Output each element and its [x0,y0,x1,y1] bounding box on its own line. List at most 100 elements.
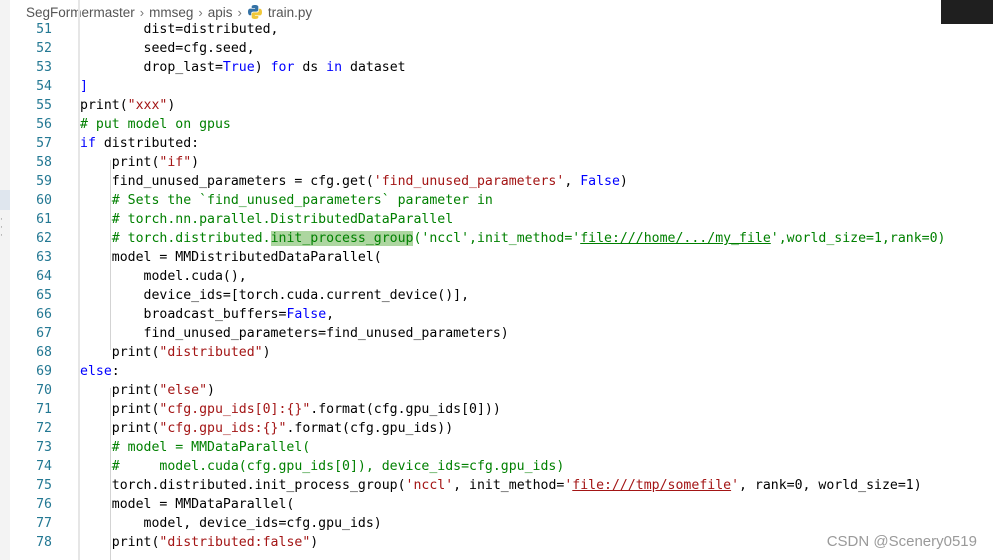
code-line[interactable]: 74 # model.cuda(cfg.gpu_ids[0]), device_… [0,457,993,476]
line-text[interactable]: # model.cuda(cfg.gpu_ids[0]), device_ids… [80,457,565,476]
code-token: "cfg.gpu_ids[0]:{}" [159,402,311,417]
code-line[interactable]: 66 broadcast_buffers=False, [0,305,993,324]
line-text[interactable]: model, device_ids=cfg.gpu_ids) [80,514,382,533]
code-line[interactable]: 69 else: [0,362,993,381]
code-token: distributed: [95,136,200,151]
line-text[interactable]: broadcast_buffers=False, [80,305,335,324]
line-number: 53 [36,60,52,75]
code-token: # torch.distributed. [80,231,271,246]
line-number: 67 [36,326,52,341]
line-text[interactable]: dist=distributed, [80,20,279,39]
code-line[interactable]: 73 # model = MMDataParallel( [0,438,993,457]
code-token: ('nccl',init_method=' [413,231,581,246]
line-number: 52 [36,41,52,56]
code-token: # model.cuda(cfg.gpu_ids[0]), device_ids… [80,459,565,474]
line-text[interactable]: # torch.distributed.init_process_group('… [80,229,945,248]
line-text[interactable]: print("cfg.gpu_ids:{}".format(cfg.gpu_id… [80,419,453,438]
code-line[interactable]: 61 # torch.nn.parallel.DistributedDataPa… [0,210,993,229]
line-text[interactable]: print("distributed") [80,343,271,362]
line-text[interactable]: # Sets the `find_unused_parameters` para… [80,191,493,210]
line-text[interactable]: model = MMDistributedDataParallel( [80,248,382,267]
code-line[interactable]: 60 # Sets the `find_unused_parameters` p… [0,191,993,210]
code-line[interactable]: 54] [0,77,993,96]
code-line[interactable]: 68 print("distributed") [0,343,993,362]
line-text[interactable]: ] [80,77,88,96]
line-text[interactable]: find_unused_parameters = cfg.get('find_u… [80,172,628,191]
line-number: 70 [36,383,52,398]
breadcrumb-item-mmseg[interactable]: mmseg [149,5,193,20]
line-text[interactable]: model.cuda(), [80,267,247,286]
code-token: ) [262,345,271,360]
code-token: file:///home/.../my_file [580,231,771,246]
code-token: print( [80,155,160,170]
code-line[interactable]: 62 # torch.distributed.init_process_grou… [0,229,993,248]
code-line[interactable]: 70 print("else") [0,381,993,400]
line-text[interactable]: seed=cfg.seed, [80,39,255,58]
code-token: broadcast_buffers= [80,307,287,322]
line-number: 73 [36,440,52,455]
code-line[interactable]: 53 drop_last=True) for ds in dataset [0,58,993,77]
code-line[interactable]: 76 model = MMDataParallel( [0,495,993,514]
code-line[interactable]: 52 seed=cfg.seed, [0,39,993,58]
code-token: # Sets the `find_unused_parameters` para… [80,193,493,208]
code-line[interactable]: 67 find_unused_parameters=find_unused_pa… [0,324,993,343]
line-text[interactable]: # torch.nn.parallel.DistributedDataParal… [80,210,453,229]
code-line[interactable]: 65 device_ids=[torch.cuda.current_device… [0,286,993,305]
code-line[interactable]: 72 print("cfg.gpu_ids:{}".format(cfg.gpu… [0,419,993,438]
code-line[interactable]: 63 model = MMDistributedDataParallel( [0,248,993,267]
code-token: "distributed" [159,345,263,360]
code-token: model = MMDataParallel( [80,497,295,512]
code-token: "distributed:false" [159,535,311,550]
line-text[interactable]: print("xxx") [80,96,175,115]
code-token: ) [310,535,319,550]
code-token: drop_last= [80,60,223,75]
code-token: False [286,307,327,322]
chevron-right-icon: › [139,4,145,20]
line-text[interactable]: device_ids=[torch.cuda.current_device()]… [80,286,470,305]
code-line[interactable]: 75 torch.distributed.init_process_group(… [0,476,993,495]
code-token: for [270,60,295,75]
code-line[interactable]: 58 print("if") [0,153,993,172]
breadcrumb-file[interactable]: train.py [268,5,312,20]
line-text[interactable]: # put model on gpus [80,115,231,134]
line-text[interactable]: torch.distributed.init_process_group('nc… [80,476,922,495]
line-number: 56 [36,117,52,132]
python-file-icon [247,4,263,20]
code-token: # put model on gpus [80,117,231,132]
code-line[interactable]: 59 find_unused_parameters = cfg.get('fin… [0,172,993,191]
code-line[interactable]: 55 print("xxx") [0,96,993,115]
code-token: dataset [342,60,406,75]
line-text[interactable]: find_unused_parameters=find_unused_param… [80,324,509,343]
line-number: 78 [36,535,52,550]
code-token: print( [80,345,160,360]
breadcrumb-item-apis[interactable]: apis [208,5,233,20]
line-text[interactable]: print("distributed:false") [80,533,318,552]
line-text[interactable]: print("cfg.gpu_ids[0]:{}".format(cfg.gpu… [80,400,501,419]
code-token: ] [80,79,88,94]
code-token: # torch.nn.parallel.DistributedDataParal… [80,212,454,227]
code-token: ) [191,155,200,170]
line-text[interactable]: if distributed: [80,134,199,153]
code-token: .format(cfg.gpu_ids)) [286,421,454,436]
watermark: CSDN @Scenery0519 [826,533,977,550]
chevron-right-icon: › [237,4,242,20]
code-line[interactable]: 51 dist=distributed, [0,20,993,39]
line-number: 59 [36,174,52,189]
line-number: 60 [36,193,52,208]
line-text[interactable]: # model = MMDataParallel( [80,438,311,457]
code-line[interactable]: 77 model, device_ids=cfg.gpu_ids) [0,514,993,533]
line-number: 68 [36,345,52,360]
line-text[interactable]: print("else") [80,381,215,400]
line-number: 51 [36,22,52,37]
breadcrumb-item-root[interactable]: SegFormermaster [26,5,135,20]
line-text[interactable]: model = MMDataParallel( [80,495,295,514]
code-line[interactable]: 56 # put model on gpus [0,115,993,134]
line-number: 63 [36,250,52,265]
code-line[interactable]: 71 print("cfg.gpu_ids[0]:{}".format(cfg.… [0,400,993,419]
code-line[interactable]: 57 if distributed: [0,134,993,153]
code-editor[interactable]: 51 dist=distributed, 52 seed=cfg.seed, 53 … [0,20,993,552]
line-text[interactable]: else: [80,362,120,381]
line-text[interactable]: drop_last=True) for ds in dataset [80,58,406,77]
code-line[interactable]: 64 model.cuda(), [0,267,993,286]
line-text[interactable]: print("if") [80,153,199,172]
